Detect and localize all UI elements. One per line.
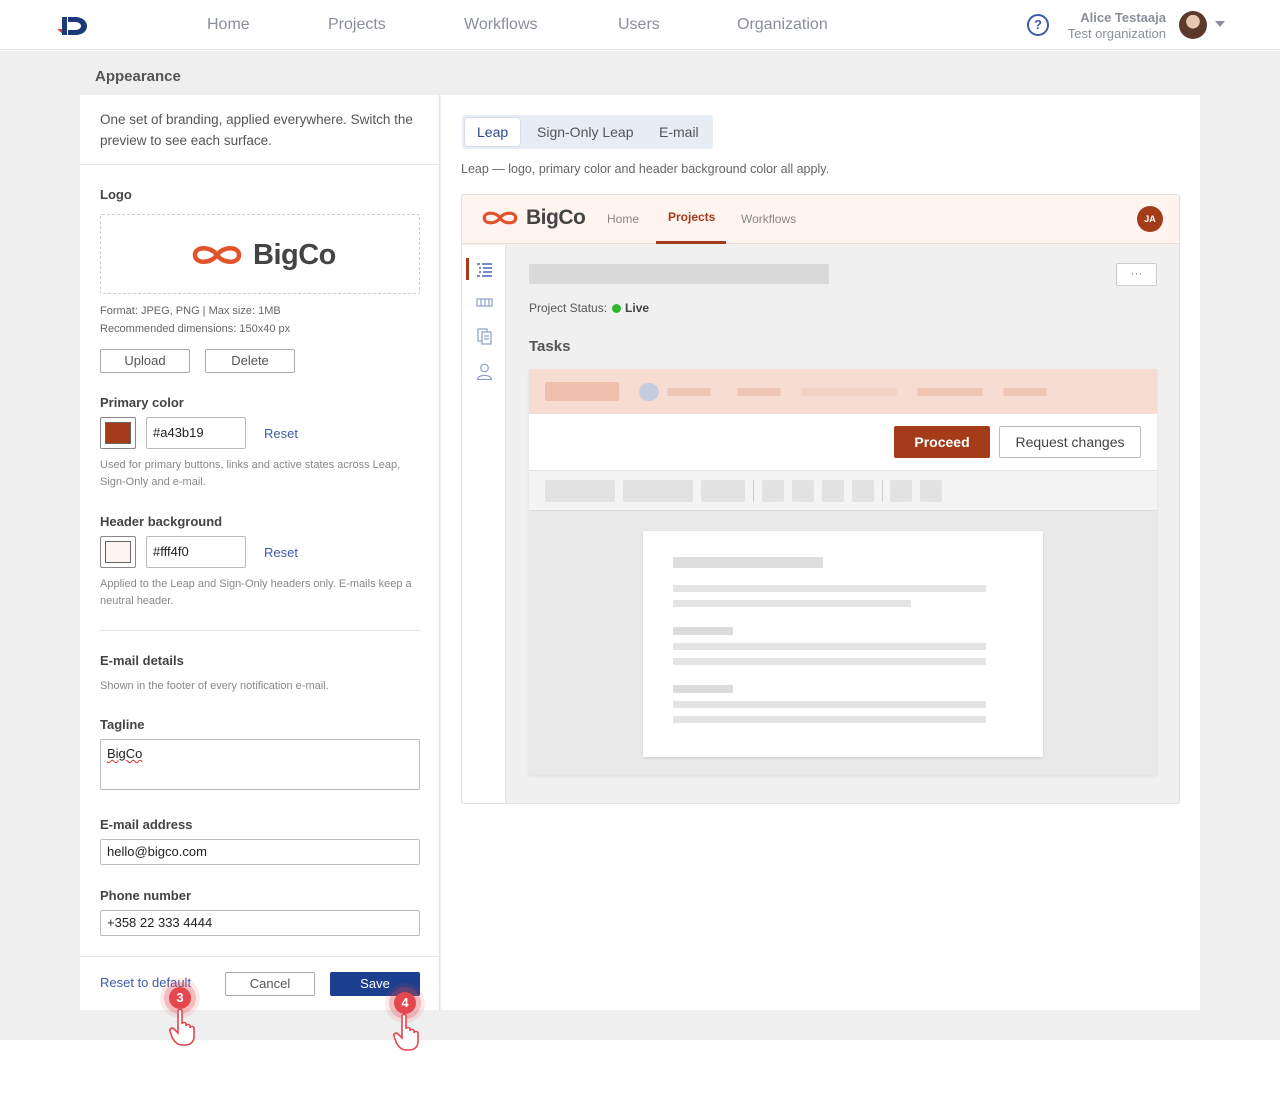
primary-color-swatch[interactable] — [100, 417, 136, 449]
preview-avatar: JA — [1137, 206, 1163, 232]
infinity-logo-icon — [482, 211, 518, 225]
chevron-down-icon[interactable] — [1215, 21, 1225, 27]
primary-color-label: Primary color — [100, 395, 184, 410]
preview-caption: Leap — logo, primary color and header ba… — [461, 162, 830, 176]
header-background-reset-link[interactable]: Reset — [264, 545, 298, 560]
upload-button[interactable]: Upload — [100, 349, 190, 373]
pointer-hand-icon — [169, 1008, 195, 1046]
logo-brand-text: BigCo — [253, 238, 336, 271]
primary-color-help: Used for primary buttons, links and acti… — [100, 459, 401, 488]
preview-nav-home: Home — [607, 212, 640, 226]
preview-logo: BigCo — [480, 206, 586, 230]
tagline-value: BigCo — [107, 746, 143, 761]
user-organization[interactable]: Test organization — [1068, 26, 1166, 41]
pointer-hand-icon — [393, 1013, 419, 1051]
phone-number-input[interactable]: +358 22 333 4444 — [100, 910, 420, 936]
divider — [80, 956, 440, 957]
preview-task-card: Proceed Request changes — [529, 369, 1157, 775]
email-details-label: E-mail details — [100, 653, 184, 668]
preview-tabs: Leap Sign-Only Leap E-mail — [462, 115, 713, 149]
primary-color-reset-link[interactable]: Reset — [264, 426, 298, 441]
person-icon — [476, 363, 493, 380]
preview-project-title-placeholder — [529, 264, 829, 284]
header-background-label: Header background — [100, 514, 223, 529]
nav-users[interactable]: Users — [618, 16, 660, 34]
email-details-help: Shown in the footer of every notificatio… — [100, 680, 329, 692]
preview-nav-projects: Projects — [668, 210, 716, 224]
preview-status-label: Project Status: — [529, 301, 608, 315]
infinity-logo-icon — [192, 246, 242, 264]
preview-document-toolbar — [529, 471, 1157, 511]
cancel-button[interactable]: Cancel — [225, 972, 315, 996]
preview-sidebar — [462, 245, 506, 803]
nav-home[interactable]: Home — [207, 16, 250, 34]
status-dot-icon — [612, 304, 622, 313]
preview-more-button: ··· — [1116, 263, 1157, 286]
preview-proceed-button: Proceed — [894, 426, 990, 458]
preview-task-card-header — [529, 369, 1157, 414]
logo-dropzone[interactable]: BigCo — [100, 214, 420, 294]
delete-button[interactable]: Delete — [205, 349, 295, 373]
user-avatar[interactable] — [1179, 11, 1207, 39]
user-name[interactable]: Alice Testaaja — [1080, 10, 1166, 25]
header-background-help: Applied to the Leap and Sign-Only header… — [100, 578, 412, 607]
divider — [80, 164, 440, 165]
page-title: Appearance — [95, 68, 181, 85]
preview-project-status: Project Status: Live — [529, 301, 649, 315]
preview-document-page — [643, 531, 1043, 757]
logo-label: Logo — [100, 187, 132, 202]
preview-nav-workflows: Workflows — [741, 212, 797, 226]
workflow-icon — [476, 298, 493, 307]
email-address-label: E-mail address — [100, 817, 193, 832]
logo-dimensions-hint: Recommended dimensions: 150x40 px — [100, 323, 291, 335]
step-4-marker: 4 — [394, 992, 416, 1014]
documents-icon — [477, 328, 492, 345]
primary-color-input[interactable]: #a43b19 — [146, 417, 246, 449]
preview-tasks-heading: Tasks — [529, 338, 571, 355]
tab-email[interactable]: E-mail — [647, 118, 711, 146]
preview-request-changes-button: Request changes — [999, 426, 1141, 458]
email-address-input[interactable]: hello@bigco.com — [100, 839, 420, 865]
logo-preview: BigCo — [189, 238, 336, 272]
app-logo-icon[interactable] — [55, 10, 89, 40]
settings-intro: One set of branding, applied everywhere.… — [100, 112, 413, 148]
branding-settings-panel: One set of branding, applied everywhere.… — [80, 95, 440, 1010]
tab-sign-only-leap[interactable]: Sign-Only Leap — [525, 118, 646, 146]
preview-active-underline — [656, 241, 726, 244]
preview-header: BigCo Home Projects Workflows JA — [462, 195, 1179, 244]
task-list-icon — [477, 263, 492, 277]
preview-sidebar-active-indicator — [466, 258, 469, 280]
tagline-label: Tagline — [100, 717, 145, 732]
tab-leap[interactable]: Leap — [465, 118, 521, 146]
nav-organization[interactable]: Organization — [737, 16, 828, 34]
nav-projects[interactable]: Projects — [328, 16, 386, 34]
header-background-swatch[interactable] — [100, 536, 136, 568]
preview-status-value: Live — [625, 301, 650, 315]
header-background-input[interactable]: #fff4f0 — [146, 536, 246, 568]
leap-preview: BigCo Home Projects Workflows JA ··· Pro… — [461, 194, 1180, 804]
preview-brand-text: BigCo — [526, 206, 586, 229]
tagline-textarea[interactable]: BigCo — [100, 739, 420, 790]
top-navigation: Home Projects Workflows Users Organizati… — [0, 0, 1280, 50]
preview-task-actions: Proceed Request changes — [529, 414, 1157, 471]
step-3-marker: 3 — [169, 987, 191, 1009]
logo-format-hint: Format: JPEG, PNG | Max size: 1MB — [100, 305, 281, 317]
phone-number-label: Phone number — [100, 888, 192, 903]
help-icon[interactable]: ? — [1027, 14, 1049, 36]
preview-panel: Leap Sign-Only Leap E-mail Leap — logo, … — [441, 95, 1200, 1010]
nav-workflows[interactable]: Workflows — [464, 16, 538, 34]
divider — [100, 630, 420, 631]
